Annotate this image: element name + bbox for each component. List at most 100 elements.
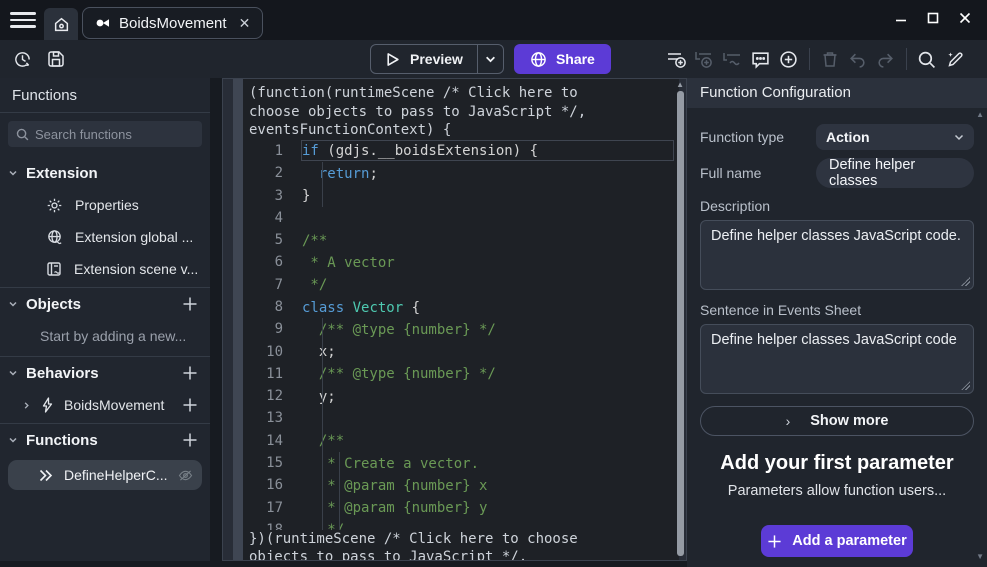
- line-number: 4: [243, 210, 301, 226]
- code-line[interactable]: 4: [243, 207, 679, 229]
- code-line[interactable]: 11 /** @type {number} */: [243, 363, 679, 385]
- chevron-right-icon: ›: [786, 413, 791, 429]
- events-scrollbar[interactable]: [677, 91, 684, 556]
- add-subevent-button[interactable]: [691, 45, 719, 73]
- function-type-select[interactable]: Action: [816, 124, 974, 150]
- code-line[interactable]: 13: [243, 407, 679, 429]
- resize-grip-icon[interactable]: [961, 277, 970, 286]
- sidebar-item-properties[interactable]: Properties: [0, 189, 210, 221]
- code-line[interactable]: 6 * A vector: [243, 251, 679, 273]
- code-line[interactable]: 8class Vector {: [243, 296, 679, 318]
- scroll-up-icon[interactable]: ▲: [676, 80, 684, 89]
- description-textarea[interactable]: Define helper classes JavaScript code.: [700, 220, 974, 290]
- item-label: Properties: [75, 197, 139, 213]
- sidebar-title: Functions: [0, 78, 210, 113]
- sidebar-section-objects[interactable]: Objects: [0, 288, 210, 320]
- code-line[interactable]: 2 return;: [243, 162, 679, 184]
- chevron-down-icon: [8, 299, 18, 309]
- code-line[interactable]: 3}: [243, 184, 679, 206]
- redo-button[interactable]: [872, 45, 900, 73]
- line-number: 6: [243, 254, 301, 270]
- globe-icon: [530, 51, 547, 68]
- plus-icon: [767, 534, 782, 549]
- show-more-button[interactable]: › Show more: [700, 406, 974, 436]
- chevron-down-icon: [8, 368, 18, 378]
- add-other-events-button[interactable]: [719, 45, 747, 73]
- tab-boidsmovement[interactable]: BoidsMovement ✕: [82, 7, 263, 39]
- close-button[interactable]: [949, 4, 981, 32]
- line-number: 17: [243, 500, 301, 516]
- double-chevron-icon: [38, 469, 54, 482]
- description-value: Define helper classes JavaScript code.: [711, 228, 961, 244]
- code-line[interactable]: 16 * @param {number} x: [243, 474, 679, 496]
- undo-button[interactable]: [844, 45, 872, 73]
- code-line[interactable]: 7 */: [243, 274, 679, 296]
- chevron-right-icon[interactable]: [22, 401, 31, 410]
- code-line[interactable]: 12 y;: [243, 385, 679, 407]
- line-number: 12: [243, 388, 301, 404]
- sidebar-item-extension-global[interactable]: Extension global ...: [0, 221, 210, 253]
- add-behavior-button[interactable]: [182, 365, 198, 381]
- preview-button[interactable]: Preview: [371, 51, 477, 67]
- search-functions-box[interactable]: [8, 121, 202, 147]
- edit-sparkle-icon[interactable]: [941, 45, 969, 73]
- parameters-subtitle: Parameters allow function users...: [700, 483, 974, 499]
- event-drag-handle[interactable]: [233, 79, 243, 561]
- line-number: 10: [243, 344, 301, 360]
- main-menu-button[interactable]: [10, 9, 36, 31]
- sidebar-item-extension-scene[interactable]: Extension scene v...: [0, 253, 210, 285]
- eye-off-icon[interactable]: [178, 469, 193, 482]
- panel-scroll-up-icon[interactable]: ▲: [976, 110, 984, 119]
- line-number: 1: [243, 143, 301, 159]
- add-parameter-button[interactable]: Add a parameter: [761, 525, 913, 557]
- add-event-button[interactable]: [663, 45, 691, 73]
- maximize-button[interactable]: [917, 4, 949, 32]
- line-number: 11: [243, 366, 301, 382]
- js-code-editor[interactable]: (function(runtimeScene /* Click here to …: [243, 79, 679, 561]
- code-footer-text[interactable]: })(runtimeScene /* Click here to choose …: [243, 530, 635, 561]
- code-line[interactable]: 14 /**: [243, 430, 679, 452]
- sidebar-section-behaviors[interactable]: Behaviors: [0, 357, 210, 389]
- preview-options-button[interactable]: [477, 45, 503, 73]
- code-line[interactable]: 10 x;: [243, 340, 679, 362]
- item-label: Extension global ...: [75, 229, 193, 245]
- sidebar-item-boidsmovement[interactable]: BoidsMovement: [0, 389, 210, 421]
- search-functions-input[interactable]: [35, 127, 185, 142]
- add-function-button[interactable]: [182, 432, 198, 448]
- add-object-button[interactable]: [182, 296, 198, 312]
- add-comment-button[interactable]: [747, 45, 775, 73]
- panel-scroll-down-icon[interactable]: ▼: [976, 552, 984, 561]
- sentence-textarea[interactable]: Define helper classes JavaScript code: [700, 324, 974, 394]
- globe-variables-icon: [46, 229, 63, 246]
- code-header-text[interactable]: (function(runtimeScene /* Click here to …: [243, 79, 635, 140]
- section-label: Functions: [26, 432, 182, 449]
- search-icon: [16, 128, 29, 141]
- section-label: Behaviors: [26, 365, 182, 382]
- line-number: 8: [243, 299, 301, 315]
- tab-close-icon[interactable]: ✕: [239, 15, 251, 32]
- preview-button-group: Preview: [370, 44, 504, 74]
- sidebar-item-definehelperclasses[interactable]: DefineHelperC...: [8, 460, 202, 490]
- code-line[interactable]: 5/**: [243, 229, 679, 251]
- sentence-label: Sentence in Events Sheet: [700, 302, 974, 318]
- choose-event-button[interactable]: [775, 45, 803, 73]
- code-line[interactable]: 18 */: [243, 519, 679, 530]
- sidebar-section-functions[interactable]: Functions: [0, 424, 210, 456]
- sidebar-section-extension[interactable]: Extension: [0, 157, 210, 189]
- full-name-input[interactable]: Define helper classes: [816, 158, 974, 188]
- code-line[interactable]: 9 /** @type {number} */: [243, 318, 679, 340]
- delete-button[interactable]: [816, 45, 844, 73]
- share-button[interactable]: Share: [514, 44, 611, 74]
- resize-grip-icon[interactable]: [961, 381, 970, 390]
- code-line[interactable]: 17 * @param {number} y: [243, 497, 679, 519]
- code-line[interactable]: 15 * Create a vector.: [243, 452, 679, 474]
- save-button[interactable]: [42, 45, 70, 73]
- search-button[interactable]: [913, 45, 941, 73]
- add-behavior-function-button[interactable]: [182, 397, 198, 413]
- version-history-button[interactable]: [8, 45, 36, 73]
- minimize-button[interactable]: [885, 4, 917, 32]
- home-tab[interactable]: [44, 8, 78, 40]
- code-line[interactable]: 1if (gdjs.__boidsExtension) {: [243, 140, 679, 162]
- code-lines[interactable]: 1if (gdjs.__boidsExtension) {2 return;3}…: [243, 140, 679, 530]
- item-label: DefineHelperC...: [64, 467, 168, 483]
